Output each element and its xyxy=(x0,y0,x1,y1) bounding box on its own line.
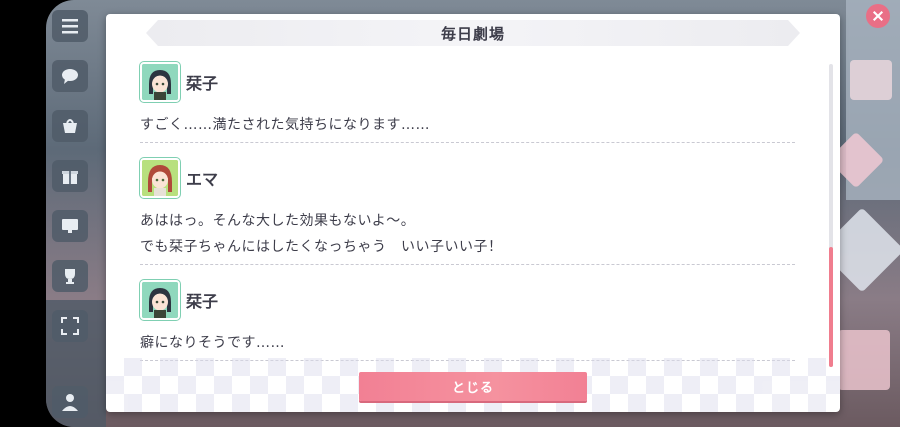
background-sign xyxy=(838,330,890,390)
background-sign xyxy=(850,60,892,100)
log-entry: エマ あははっ。そんな大した効果もないよ〜。 でも栞子ちゃんにはしたくなっちゃう… xyxy=(140,156,795,265)
emma-avatar-icon xyxy=(142,160,178,196)
dialog-title: 毎日劇場 xyxy=(146,20,800,46)
shop-button[interactable] xyxy=(52,110,88,142)
gift-icon xyxy=(62,171,78,184)
dialog-line: あははっ。そんな大した効果もないよ〜。 xyxy=(140,213,416,229)
scrollbar-thumb[interactable] xyxy=(829,247,833,367)
shop-icon xyxy=(63,119,77,133)
gift-button[interactable] xyxy=(52,160,88,192)
speaker-row: エマ xyxy=(140,156,795,200)
shioriko-avatar-icon xyxy=(142,64,178,100)
speaker-row: 栞子 xyxy=(140,60,795,104)
speaker-name: エマ xyxy=(186,170,219,189)
screen-button[interactable] xyxy=(52,210,88,242)
dialog-line: すごく……満たされた気持ちになります…… xyxy=(140,117,430,133)
close-icon xyxy=(872,10,884,22)
menu-button[interactable] xyxy=(52,10,88,42)
side-menu xyxy=(50,6,92,426)
dialog-line: でも栞子ちゃんにはしたくなっちゃう いい子いい子！ xyxy=(140,239,503,255)
chat-icon xyxy=(62,69,78,84)
person-icon xyxy=(62,394,78,411)
screen-icon xyxy=(62,219,78,233)
speaker-name: 栞子 xyxy=(186,292,219,311)
fullscreen-icon xyxy=(61,317,79,335)
log-entry: 栞子 すごく……満たされた気持ちになります…… xyxy=(140,60,795,143)
scrollbar[interactable] xyxy=(829,64,833,367)
speaker-name: 栞子 xyxy=(186,74,219,93)
trophy-icon xyxy=(65,269,75,284)
avatar-shioriko xyxy=(140,280,180,320)
shioriko-avatar-icon xyxy=(142,282,178,318)
daily-theater-dialog: 毎日劇場 栞子 すごく……満たされた気持ちになります…… エマ あははっ。そんな… xyxy=(106,14,840,412)
avatar-shioriko xyxy=(140,62,180,102)
menu-icon xyxy=(62,19,78,34)
fullscreen-button[interactable] xyxy=(52,310,88,342)
trophy-button[interactable] xyxy=(52,260,88,292)
log-entry: 栞子 癖になりそうです…… xyxy=(140,278,795,361)
game-close-button[interactable] xyxy=(866,4,890,28)
dialog-line: 癖になりそうです…… xyxy=(140,335,285,351)
avatar-emma xyxy=(140,158,180,198)
chat-button[interactable] xyxy=(52,60,88,92)
divider xyxy=(140,264,795,265)
dialog-log[interactable]: 栞子 すごく……満たされた気持ちになります…… エマ あははっ。そんな大した効果… xyxy=(140,52,795,361)
divider xyxy=(140,142,795,143)
person-button[interactable] xyxy=(52,386,88,418)
speaker-row: 栞子 xyxy=(140,278,795,322)
close-button[interactable]: とじる xyxy=(359,372,587,401)
